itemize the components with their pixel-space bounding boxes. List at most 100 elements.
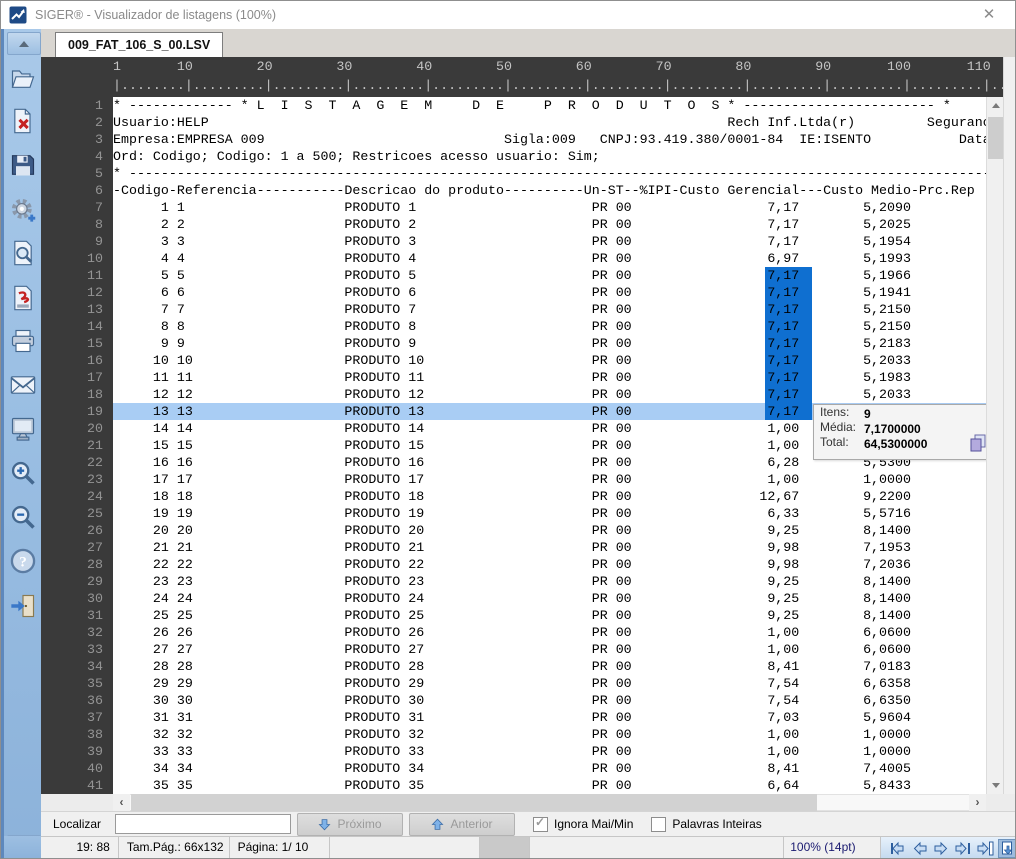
editor-line[interactable]: 35 29 29 PRODUTO 29 PR 00 7,54 6,6358 [41,675,986,692]
editor-line[interactable]: 41 35 35 PRODUTO 35 PR 00 6,64 5,8433 [41,777,986,794]
editor-line[interactable]: 11 5 5 PRODUTO 5 PR 00 7,17 5,1966 [41,267,986,284]
tab-strip: 009_FAT_106_S_00.LSV [41,29,1016,58]
editor-line[interactable]: 4Ord: Codigo; Codigo: 1 a 500; Restricoe… [41,148,986,165]
editor-line[interactable]: 16 10 10 PRODUTO 10 PR 00 7,17 5,2033 [41,352,986,369]
scroll-left-icon[interactable]: ‹ [113,794,130,811]
editor-line[interactable]: 5* -------------------------------------… [41,165,986,182]
editor-line[interactable]: 18 12 12 PRODUTO 12 PR 00 7,17 5,2033 [41,386,986,403]
line-text: 9 9 PRODUTO 9 PR 00 7,17 5,2183 [113,335,986,352]
scroll-right-icon[interactable]: › [969,794,986,811]
print-icon[interactable] [9,327,37,355]
current-page-icon[interactable] [998,839,1016,858]
vertical-scroll-thumb[interactable] [988,117,1003,159]
editor-line[interactable]: 29 23 23 PRODUTO 23 PR 00 9,25 8,1400 [41,573,986,590]
scroll-down-icon[interactable] [987,777,1004,794]
editor-line[interactable]: 12 6 6 PRODUTO 6 PR 00 7,17 5,1941 [41,284,986,301]
editor-line[interactable]: 2Usuario:HELP Rech Inf.Ltda(r) Seguranca [41,114,986,131]
editor-line[interactable]: 32 26 26 PRODUTO 26 PR 00 1,00 6,0600 [41,624,986,641]
status-spacer-2 [530,837,784,859]
text-content[interactable]: 1* ------------- * L I S T A G E M D E P… [41,97,986,794]
line-number: 33 [41,641,113,658]
line-number: 26 [41,522,113,539]
page-nav-panel [881,837,1016,859]
line-text: 19 19 PRODUTO 19 PR 00 6,33 5,5716 [113,505,986,522]
editor-line[interactable]: 40 34 34 PRODUTO 34 PR 00 8,41 7,4005 [41,760,986,777]
editor-line[interactable]: 27 21 21 PRODUTO 21 PR 00 9,98 7,1953 [41,539,986,556]
line-text: 8 8 PRODUTO 8 PR 00 7,17 5,2150 [113,318,986,335]
editor-line[interactable]: 7 1 1 PRODUTO 1 PR 00 7,17 5,2090 [41,199,986,216]
editor-line[interactable]: 6-Codigo-Referencia-----------Descricao … [41,182,986,199]
zoom-in-icon[interactable] [9,459,37,487]
tab-listing-file[interactable]: 009_FAT_106_S_00.LSV [55,32,223,57]
editor-line[interactable]: 31 25 25 PRODUTO 25 PR 00 9,25 8,1400 [41,607,986,624]
editor-line[interactable]: 26 20 20 PRODUTO 20 PR 00 9,25 8,1400 [41,522,986,539]
previous-button[interactable]: Anterior [409,813,515,836]
line-text: 22 22 PRODUTO 22 PR 00 9,98 7,2036 [113,556,986,573]
editor-line[interactable]: 3Empresa:EMPRESA 009 Sigla:009 CNPJ:93.4… [41,131,986,148]
title-bar: SIGER® - Visualizador de listagens (100%… [1,1,1016,30]
editor-line[interactable]: 14 8 8 PRODUTO 8 PR 00 7,17 5,2150 [41,318,986,335]
exit-icon[interactable] [9,592,37,620]
editor-line[interactable]: 24 18 18 PRODUTO 18 PR 00 12,67 9,2200 [41,488,986,505]
checkbox-checked-icon[interactable] [533,817,548,832]
save-icon[interactable] [9,151,37,179]
editor-line[interactable]: 28 22 22 PRODUTO 22 PR 00 9,98 7,2036 [41,556,986,573]
close-icon[interactable]: ✕ [975,4,1003,26]
horizontal-scrollbar[interactable]: ‹ › [41,794,1016,811]
editor-line[interactable]: 13 7 7 PRODUTO 7 PR 00 7,17 5,2150 [41,301,986,318]
editor-line[interactable]: 34 28 28 PRODUTO 28 PR 00 8,41 7,0183 [41,658,986,675]
search-input[interactable] [115,814,291,834]
line-number: 20 [41,420,113,437]
line-number: 2 [41,114,113,131]
editor-line[interactable]: 36 30 30 PRODUTO 30 PR 00 7,54 6,6350 [41,692,986,709]
copy-icon[interactable] [968,434,986,452]
line-text: 20 20 PRODUTO 20 PR 00 9,25 8,1400 [113,522,986,539]
screen-icon[interactable] [9,415,37,443]
pdf-export-icon[interactable] [9,284,37,312]
editor-line[interactable]: 37 31 31 PRODUTO 31 PR 00 7,03 5,9604 [41,709,986,726]
preview-icon[interactable] [9,239,37,267]
first-page-icon[interactable] [888,839,907,858]
close-file-icon[interactable] [9,107,37,135]
editor-line[interactable]: 17 11 11 PRODUTO 11 PR 00 7,17 5,1983 [41,369,986,386]
selection-stats-tooltip: Itens:9 Média:7,1700000 Total:64,5300000 [813,404,986,460]
editor-line[interactable]: 39 33 33 PRODUTO 33 PR 00 1,00 1,0000 [41,743,986,760]
scroll-up-icon[interactable] [987,97,1004,114]
line-text: Empresa:EMPRESA 009 Sigla:009 CNPJ:93.41… [113,131,986,148]
line-number: 29 [41,573,113,590]
checkbox-unchecked-icon[interactable] [651,817,666,832]
editor-line[interactable]: 1* ------------- * L I S T A G E M D E P… [41,97,986,114]
next-button[interactable]: Próximo [297,813,403,836]
editor-line[interactable]: 30 24 24 PRODUTO 24 PR 00 9,25 8,1400 [41,590,986,607]
editor-line[interactable]: 33 27 27 PRODUTO 27 PR 00 1,00 6,0600 [41,641,986,658]
horizontal-scroll-thumb[interactable] [131,794,817,811]
app-logo-icon [9,6,27,24]
editor-line[interactable]: 10 4 4 PRODUTO 4 PR 00 6,97 5,1993 [41,250,986,267]
total-label: Total: [820,435,864,450]
editor-line[interactable]: 38 32 32 PRODUTO 32 PR 00 1,00 1,0000 [41,726,986,743]
previous-page-icon[interactable] [910,839,929,858]
ignore-case-checkbox[interactable]: Ignora Mai/Min [533,817,633,832]
last-page-icon[interactable] [954,839,973,858]
total-value: 64,5300000 [864,437,927,452]
editor-line[interactable]: 9 3 3 PRODUTO 3 PR 00 7,17 5,1954 [41,233,986,250]
line-text: 4 4 PRODUTO 4 PR 00 6,97 5,1993 [113,250,986,267]
editor-line[interactable]: 23 17 17 PRODUTO 17 PR 00 1,00 1,0000 [41,471,986,488]
line-number: 30 [41,590,113,607]
open-folder-icon[interactable] [9,64,37,92]
vertical-scrollbar[interactable] [986,97,1003,794]
email-icon[interactable] [9,371,37,399]
editor-line[interactable]: 15 9 9 PRODUTO 9 PR 00 7,17 5,2183 [41,335,986,352]
zoom-out-icon[interactable] [9,503,37,531]
ruler-numbers: 1 10 20 30 40 50 60 70 80 90 100 110 [113,57,1003,76]
help-icon[interactable]: ? [9,547,37,575]
sidebar-collapse-button[interactable] [7,32,41,55]
line-number: 21 [41,437,113,454]
next-page-icon[interactable] [932,839,951,858]
editor-line[interactable]: 25 19 19 PRODUTO 19 PR 00 6,33 5,5716 [41,505,986,522]
whole-words-checkbox[interactable]: Palavras Inteiras [651,817,761,832]
goto-page-icon[interactable] [976,839,995,858]
settings-icon[interactable] [9,196,37,224]
editor-line[interactable]: 8 2 2 PRODUTO 2 PR 00 7,17 5,2025 [41,216,986,233]
line-text: 32 32 PRODUTO 32 PR 00 1,00 1,0000 [113,726,986,743]
